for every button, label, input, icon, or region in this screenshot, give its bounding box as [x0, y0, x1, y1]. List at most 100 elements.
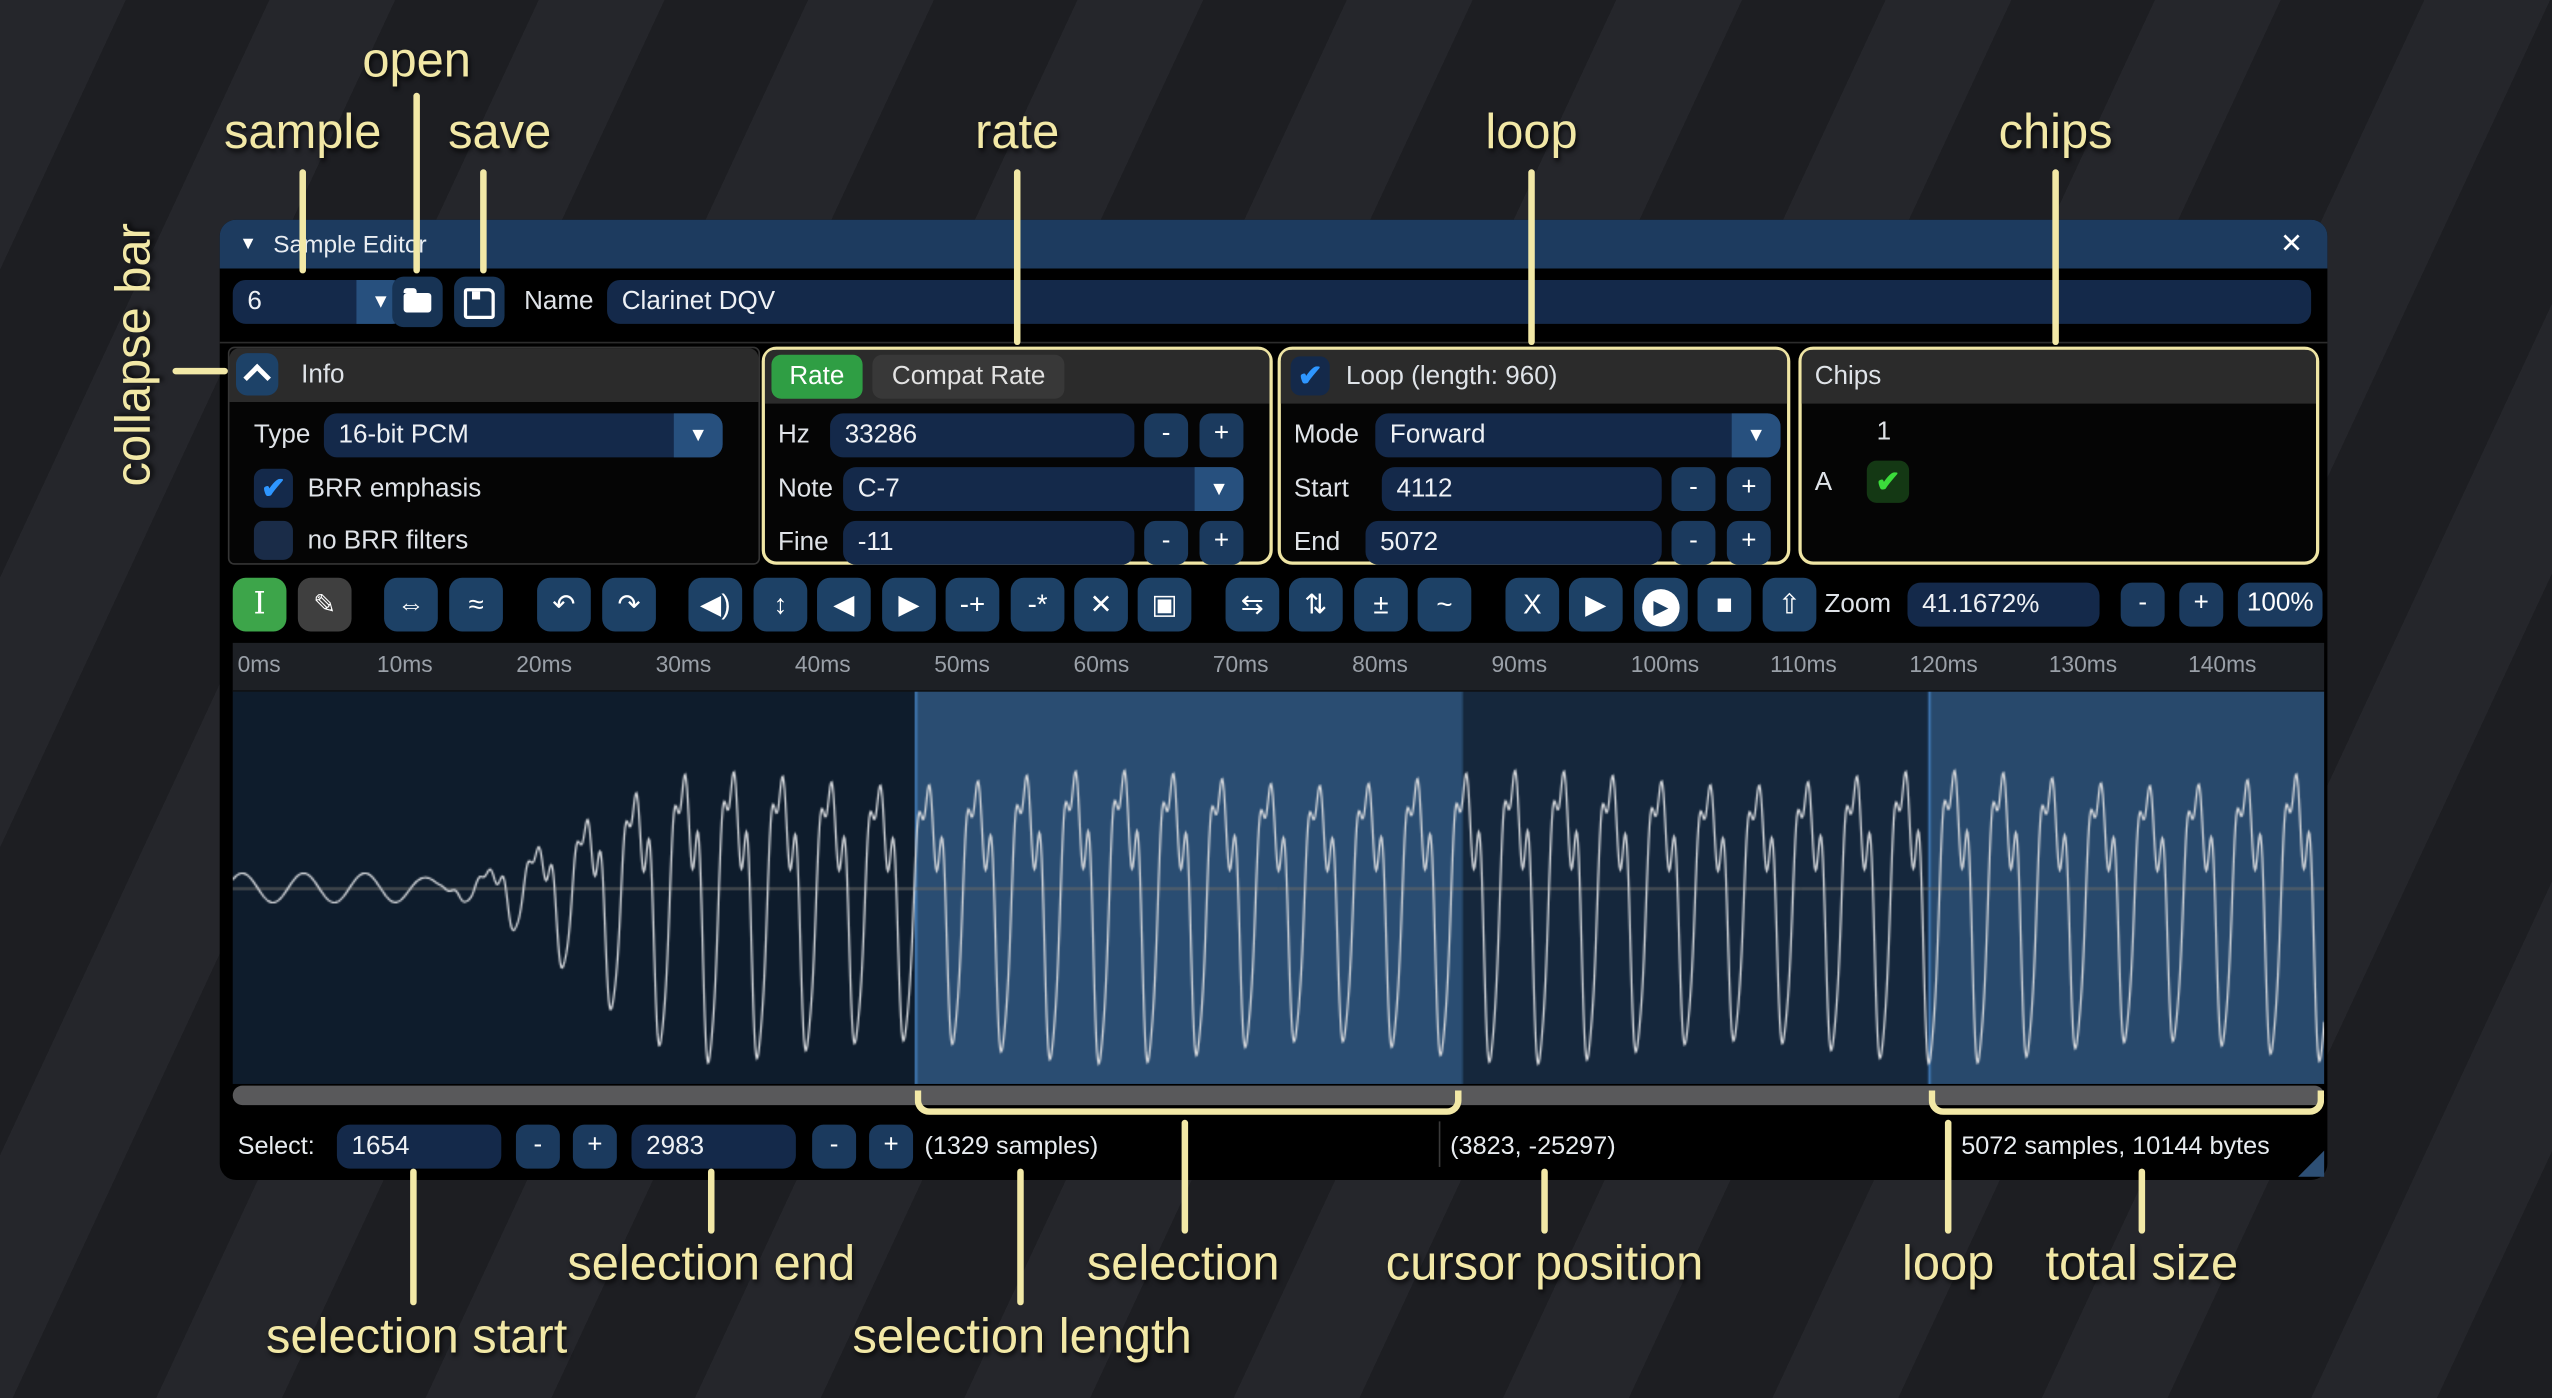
loop-mode-value: Forward	[1390, 422, 1486, 450]
play-sample-icon[interactable]: ▶	[1634, 578, 1688, 632]
selection-end-plus-button[interactable]: +	[869, 1125, 913, 1169]
save-sample-button[interactable]	[454, 277, 504, 327]
sample-type-select[interactable]: 16-bit PCM ▼	[324, 413, 723, 457]
open-sample-button[interactable]	[392, 277, 442, 327]
hz-minus-button[interactable]: -	[1144, 413, 1188, 457]
chip-column-header: 1	[1877, 410, 1891, 454]
loop-end-label: End	[1294, 521, 1340, 565]
filter-icon[interactable]: ~	[1418, 578, 1472, 632]
waveform-view[interactable]	[233, 692, 2324, 1084]
fine-input[interactable]: -11	[843, 521, 1134, 565]
status-divider	[1439, 1121, 1441, 1167]
selection-start-minus-button[interactable]: -	[516, 1125, 560, 1169]
annotation-line	[1014, 169, 1021, 345]
make-instrument-icon[interactable]: ⇧	[1763, 578, 1817, 632]
brr-emphasis-checkbox[interactable]: ✔	[254, 469, 293, 508]
selection-start-plus-button[interactable]: +	[573, 1125, 617, 1169]
no-brr-filters-label: no BRR filters	[308, 519, 469, 563]
status-bar: Select: 1654 - + 2983 - + (1329 samples)…	[220, 1112, 2328, 1180]
chip-a-checkbox[interactable]: ✔	[1867, 461, 1909, 503]
zoom-reset-button[interactable]: 100%	[2238, 583, 2323, 627]
undo-icon[interactable]: ↶	[537, 578, 591, 632]
no-brr-filters-checkbox[interactable]	[254, 521, 293, 560]
chevron-down-icon[interactable]: ▼	[1195, 467, 1244, 511]
apply-silence-icon[interactable]: -*	[1011, 578, 1065, 632]
annotation-line	[480, 169, 487, 273]
time-ruler[interactable]: 0ms10ms20ms30ms40ms50ms60ms70ms80ms90ms1…	[233, 643, 2324, 692]
loop-start-plus-button[interactable]: +	[1727, 467, 1771, 511]
reverse-icon[interactable]: ⇆	[1226, 578, 1280, 632]
sample-selector[interactable]: 6 ▼	[233, 280, 406, 324]
insert-silence-icon[interactable]: -+	[946, 578, 1000, 632]
invert-icon[interactable]: ⇅	[1289, 578, 1343, 632]
annotation-line	[2052, 169, 2059, 345]
ruler-tick: 10ms	[377, 651, 433, 677]
zoom-out-button[interactable]: -	[2121, 583, 2165, 627]
redo-icon[interactable]: ↷	[602, 578, 656, 632]
screenshot-root: ▼ Sample Editor ✕ 6 ▼ Name Clarinet DQV …	[0, 0, 2552, 1398]
chevron-down-icon[interactable]: ▼	[1732, 413, 1781, 457]
fade-in-icon[interactable]: ◀	[817, 578, 871, 632]
amplify-icon[interactable]: ◀)	[688, 578, 742, 632]
chips-panel: Chips 1 A ✔	[1798, 347, 2319, 565]
selection-end-minus-button[interactable]: -	[812, 1125, 856, 1169]
hz-plus-button[interactable]: +	[1200, 413, 1244, 457]
note-label: Note	[778, 467, 833, 511]
annotation-line	[173, 368, 228, 375]
trim-icon[interactable]: ▣	[1138, 578, 1192, 632]
chips-panel-header: Chips	[1802, 350, 2316, 404]
annotation-save: save	[448, 106, 551, 161]
ruler-tick: 110ms	[1770, 651, 1837, 677]
loop-start-minus-button[interactable]: -	[1671, 467, 1715, 511]
chip-row-label: A	[1815, 461, 1832, 505]
fade-out-icon[interactable]: ▶	[882, 578, 936, 632]
crossfade-icon[interactable]: X	[1505, 578, 1559, 632]
tab-compat-rate[interactable]: Compat Rate	[872, 355, 1064, 399]
fine-minus-button[interactable]: -	[1144, 521, 1188, 565]
delete-icon[interactable]: ✕	[1074, 578, 1128, 632]
loop-start-input[interactable]: 4112	[1382, 467, 1662, 511]
stop-preview-icon[interactable]: ■	[1698, 578, 1752, 632]
annotation-open: open	[362, 34, 471, 89]
edit-mode-draw-icon[interactable]: ✎	[298, 578, 352, 632]
chevron-down-icon[interactable]: ▼	[674, 413, 723, 457]
selection-start-input[interactable]: 1654	[337, 1125, 501, 1169]
selection-length-text: (1329 samples)	[924, 1125, 1098, 1169]
sign-flip-icon[interactable]: ±	[1354, 578, 1408, 632]
annotation-rate: rate	[975, 106, 1059, 161]
loop-enable-checkbox[interactable]: ✔	[1291, 356, 1330, 395]
window-collapse-icon[interactable]: ▼	[239, 234, 257, 254]
name-label: Name	[524, 280, 593, 324]
edit-mode-select-icon[interactable]: I	[233, 578, 287, 632]
tab-rate[interactable]: Rate	[771, 355, 862, 399]
resize-icon[interactable]: ⇔	[384, 578, 438, 632]
window-titlebar[interactable]: ▼ Sample Editor ✕	[220, 220, 2328, 269]
preview-sample-icon[interactable]: ▶	[1569, 578, 1623, 632]
annotation-line	[2139, 1169, 2146, 1234]
zoom-input[interactable]: 41.1672%	[1907, 583, 2099, 627]
resize-grip[interactable]	[2298, 1151, 2324, 1177]
annotation-line	[1541, 1169, 1548, 1234]
loop-end-plus-button[interactable]: +	[1727, 521, 1771, 565]
annotation-line	[1182, 1120, 1189, 1234]
loop-panel: ✔ Loop (length: 960) Mode Forward ▼ Star…	[1278, 347, 1791, 565]
fine-plus-button[interactable]: +	[1200, 521, 1244, 565]
annotation-sample: sample	[224, 106, 381, 161]
close-icon[interactable]: ✕	[2272, 225, 2311, 264]
hz-input[interactable]: 33286	[830, 413, 1134, 457]
zoom-in-button[interactable]: +	[2179, 583, 2223, 627]
rate-panel-header: Rate Compat Rate	[765, 350, 1270, 404]
annotation-line	[410, 1169, 417, 1306]
loop-end-minus-button[interactable]: -	[1671, 521, 1715, 565]
loop-end-input[interactable]: 5072	[1366, 521, 1662, 565]
collapse-bar-button[interactable]	[236, 353, 278, 395]
divider	[220, 342, 2328, 344]
annotation-cursor-position: cursor position	[1386, 1237, 1704, 1292]
annotation-line	[1017, 1169, 1024, 1306]
loop-start-label: Start	[1294, 467, 1349, 511]
note-select[interactable]: C-7 ▼	[843, 467, 1243, 511]
normalize-icon[interactable]: ↕	[754, 578, 808, 632]
selection-end-input[interactable]: 2983	[631, 1125, 795, 1169]
loop-mode-select[interactable]: Forward ▼	[1375, 413, 1780, 457]
resample-icon[interactable]: ≈	[449, 578, 503, 632]
